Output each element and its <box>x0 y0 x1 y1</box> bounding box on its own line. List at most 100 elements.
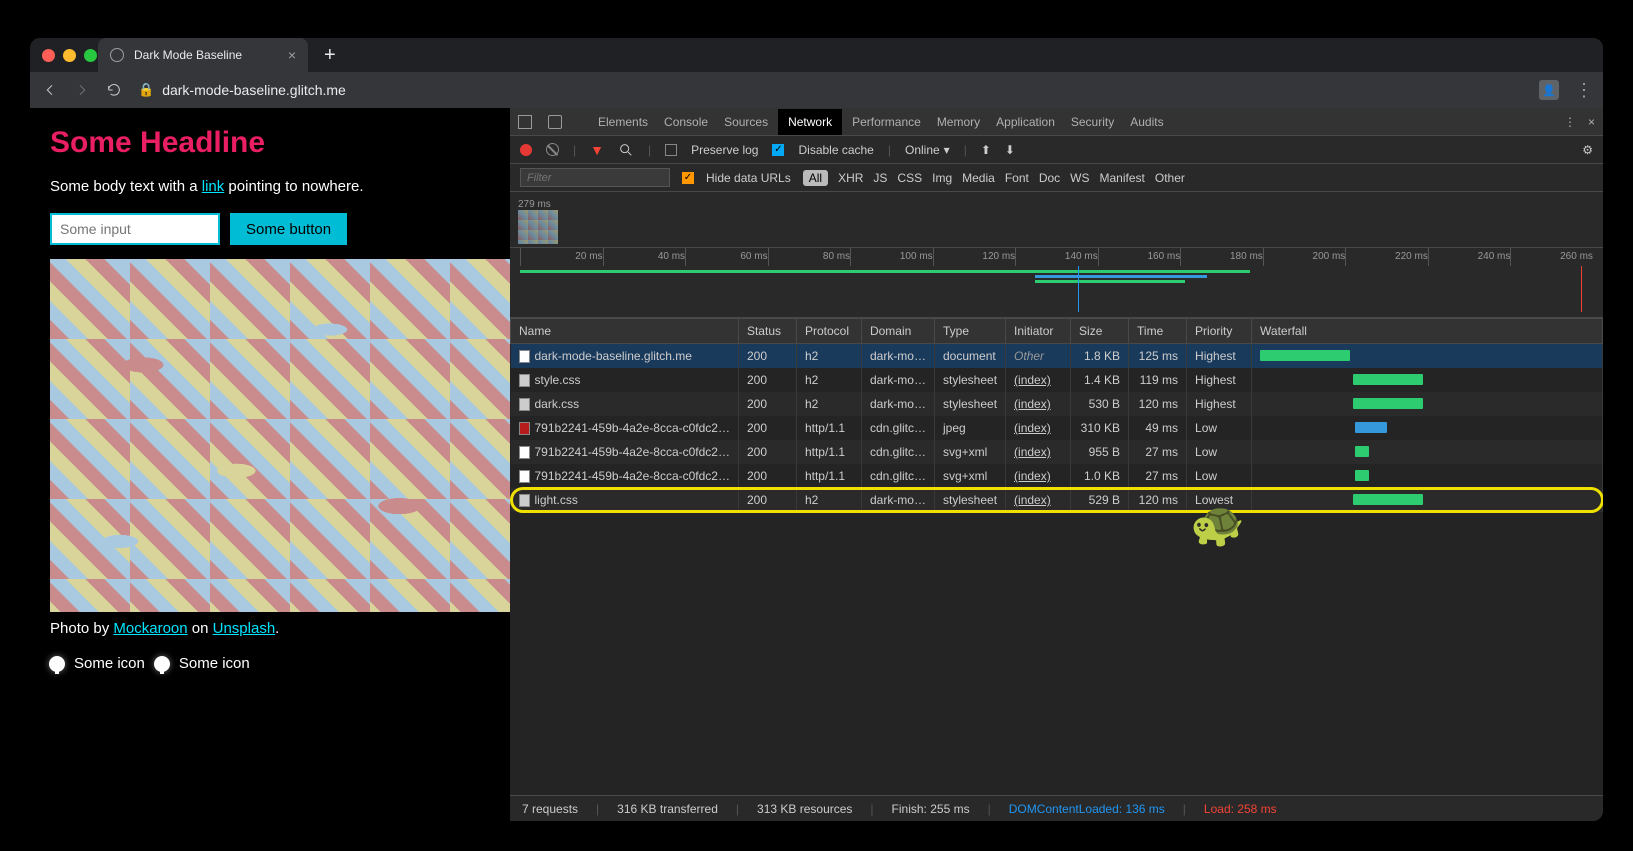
cell-type: svg+xml <box>935 464 1006 488</box>
cell-initiator[interactable]: (index) <box>1006 416 1071 440</box>
text-input[interactable] <box>50 213 220 245</box>
throttling-select[interactable]: Online ▾ <box>905 143 950 157</box>
filter-doc[interactable]: Doc <box>1039 171 1060 185</box>
cell-time: 120 ms <box>1129 488 1187 512</box>
tab-network[interactable]: Network <box>778 109 842 135</box>
filter-img[interactable]: Img <box>932 171 952 185</box>
browser-menu-icon[interactable]: ⋮ <box>1575 80 1591 101</box>
icon-label: Some icon <box>179 655 250 672</box>
column-header[interactable]: Initiator <box>1006 319 1071 344</box>
forward-icon[interactable] <box>74 82 90 98</box>
overview-timeline[interactable]: 279 ms <box>510 192 1603 248</box>
url-field[interactable]: 🔒 dark-mode-baseline.glitch.me <box>138 82 1523 98</box>
table-row[interactable]: light.css200h2dark-mo…stylesheet(index)5… <box>511 488 1603 512</box>
column-header[interactable]: Waterfall <box>1252 319 1603 344</box>
filter-input[interactable] <box>520 168 670 187</box>
tab-performance[interactable]: Performance <box>852 115 921 129</box>
tab-security[interactable]: Security <box>1071 115 1114 129</box>
body-link[interactable]: link <box>202 178 225 195</box>
cell-time: 119 ms <box>1129 368 1187 392</box>
settings-icon[interactable]: ⚙ <box>1582 143 1593 157</box>
hide-data-urls-checkbox[interactable]: ✓ <box>682 172 694 184</box>
devtools-menu-icon[interactable]: ⋮ <box>1564 115 1576 129</box>
minimize-icon[interactable] <box>63 49 76 62</box>
cell-waterfall <box>1252 392 1603 416</box>
column-header[interactable]: Time <box>1129 319 1187 344</box>
maximize-icon[interactable] <box>84 49 97 62</box>
credit-author-link[interactable]: Mockaroon <box>113 620 187 637</box>
tab-console[interactable]: Console <box>664 115 708 129</box>
table-row[interactable]: 791b2241-459b-4a2e-8cca-c0fdc2…200http/1… <box>511 464 1603 488</box>
cell-status: 200 <box>738 416 796 440</box>
filter-css[interactable]: CSS <box>897 171 922 185</box>
cell-name: 791b2241-459b-4a2e-8cca-c0fdc2… <box>511 464 739 488</box>
devtools-panel: Elements Console Sources Network Perform… <box>510 108 1603 821</box>
filter-font[interactable]: Font <box>1005 171 1029 185</box>
cell-initiator[interactable]: Other <box>1006 344 1071 369</box>
overview-duration: 279 ms <box>518 199 551 210</box>
cell-initiator[interactable]: (index) <box>1006 464 1071 488</box>
network-table[interactable]: NameStatusProtocolDomainTypeInitiatorSiz… <box>510 318 1603 795</box>
cell-size: 1.8 KB <box>1071 344 1129 369</box>
extension-icon[interactable]: 👤 <box>1539 80 1559 100</box>
tab-application[interactable]: Application <box>996 115 1055 129</box>
ruler-tick: 180 ms <box>1180 248 1263 266</box>
cell-initiator[interactable]: (index) <box>1006 368 1071 392</box>
cell-name: 791b2241-459b-4a2e-8cca-c0fdc2… <box>511 416 739 440</box>
column-header[interactable]: Priority <box>1187 319 1252 344</box>
hero-image <box>50 259 516 612</box>
submit-button[interactable]: Some button <box>230 213 347 245</box>
column-header[interactable]: Status <box>738 319 796 344</box>
cell-waterfall <box>1252 488 1603 512</box>
column-header[interactable]: Protocol <box>796 319 861 344</box>
table-row[interactable]: dark.css200h2dark-mo…stylesheet(index)53… <box>511 392 1603 416</box>
filter-js[interactable]: JS <box>873 171 887 185</box>
cell-initiator[interactable]: (index) <box>1006 440 1071 464</box>
browser-tab[interactable]: Dark Mode Baseline × <box>98 38 308 72</box>
filter-ws[interactable]: WS <box>1070 171 1089 185</box>
status-transferred: 316 KB transferred <box>617 802 718 816</box>
status-load: Load: 258 ms <box>1204 802 1277 816</box>
column-header[interactable]: Name <box>511 319 739 344</box>
close-icon[interactable] <box>42 49 55 62</box>
new-tab-button[interactable]: + <box>324 44 336 67</box>
cell-domain: cdn.glitc… <box>861 416 934 440</box>
table-row[interactable]: 791b2241-459b-4a2e-8cca-c0fdc2…200http/1… <box>511 440 1603 464</box>
table-row[interactable]: dark-mode-baseline.glitch.me200h2dark-mo… <box>511 344 1603 369</box>
tab-sources[interactable]: Sources <box>724 115 768 129</box>
filter-media[interactable]: Media <box>962 171 995 185</box>
tab-elements[interactable]: Elements <box>598 115 648 129</box>
tab-close-icon[interactable]: × <box>288 47 296 63</box>
cell-initiator[interactable]: (index) <box>1006 488 1071 512</box>
device-icon[interactable] <box>548 115 562 129</box>
column-header[interactable]: Domain <box>861 319 934 344</box>
tab-memory[interactable]: Memory <box>937 115 980 129</box>
cell-priority: Highest <box>1187 392 1252 416</box>
clear-icon[interactable] <box>543 140 561 158</box>
column-header[interactable]: Size <box>1071 319 1129 344</box>
inspect-icon[interactable] <box>518 115 532 129</box>
upload-icon[interactable]: ⬆ <box>981 143 991 157</box>
preserve-log-checkbox[interactable] <box>665 144 677 156</box>
column-header[interactable]: Type <box>935 319 1006 344</box>
record-icon[interactable] <box>520 144 532 156</box>
filter-all[interactable]: All <box>803 170 828 186</box>
filter-manifest[interactable]: Manifest <box>1100 171 1145 185</box>
filter-xhr[interactable]: XHR <box>838 171 863 185</box>
cell-initiator[interactable]: (index) <box>1006 392 1071 416</box>
cell-protocol: http/1.1 <box>796 416 861 440</box>
reload-icon[interactable] <box>106 82 122 98</box>
filter-other[interactable]: Other <box>1155 171 1185 185</box>
devtools-close-icon[interactable]: × <box>1588 115 1595 129</box>
table-row[interactable]: style.css200h2dark-mo…stylesheet(index)1… <box>511 368 1603 392</box>
table-row[interactable]: 791b2241-459b-4a2e-8cca-c0fdc2…200http/1… <box>511 416 1603 440</box>
credit-site-link[interactable]: Unsplash <box>213 620 276 637</box>
disable-cache-checkbox[interactable]: ✓ <box>772 144 784 156</box>
ruler-tick: 160 ms <box>1098 248 1181 266</box>
search-icon[interactable] <box>618 142 634 158</box>
filter-icon[interactable]: ▼ <box>590 142 604 158</box>
back-icon[interactable] <box>42 82 58 98</box>
tab-audits[interactable]: Audits <box>1130 115 1163 129</box>
waterfall-ruler[interactable]: 20 ms40 ms60 ms80 ms100 ms120 ms140 ms16… <box>510 248 1603 318</box>
download-icon[interactable]: ⬇ <box>1005 143 1015 157</box>
